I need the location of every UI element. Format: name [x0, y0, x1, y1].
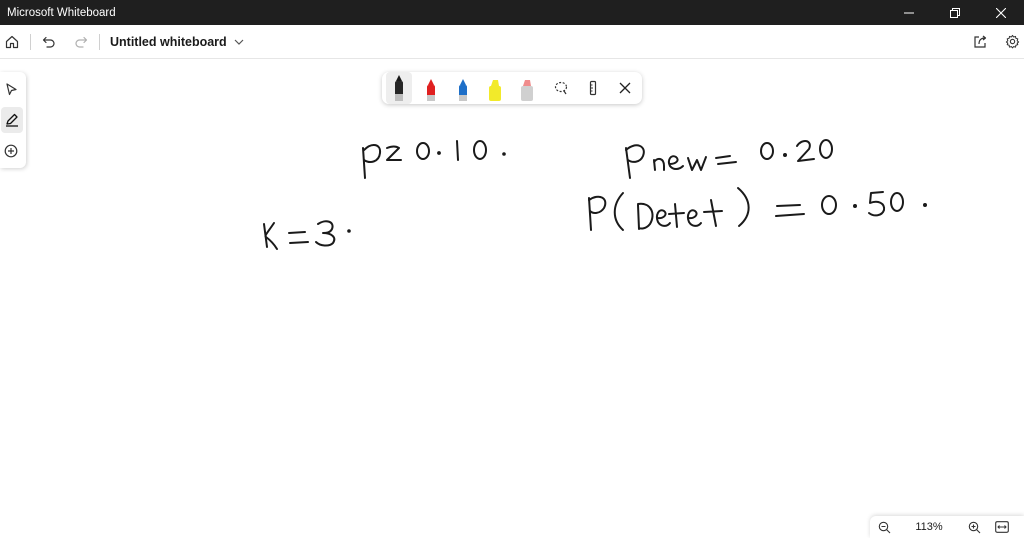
gear-icon — [1005, 34, 1019, 49]
ink-stroke — [588, 187, 927, 231]
minimize-button[interactable] — [886, 0, 932, 25]
ink-stroke — [263, 220, 351, 250]
fit-to-screen-button[interactable] — [988, 516, 1016, 538]
zoom-out-button[interactable] — [870, 516, 898, 538]
restore-icon — [950, 7, 960, 18]
undo-button[interactable] — [37, 30, 61, 54]
title-bar: Microsoft Whiteboard — [0, 0, 1024, 25]
close-icon — [996, 7, 1006, 18]
fit-width-icon — [995, 521, 1009, 533]
zoom-controls: 113% — [870, 516, 1024, 538]
toolbar-divider — [99, 33, 100, 50]
document-title[interactable]: Untitled whiteboard — [110, 35, 227, 49]
ink-stroke — [625, 139, 833, 179]
home-icon — [5, 35, 19, 48]
ink-stroke — [362, 140, 506, 179]
chevron-down-icon — [234, 39, 244, 45]
zoom-in-button[interactable] — [960, 516, 988, 538]
minimize-icon — [904, 12, 914, 13]
zoom-in-icon — [968, 521, 980, 533]
close-window-button[interactable] — [978, 0, 1024, 25]
share-button[interactable] — [968, 30, 992, 54]
restore-button[interactable] — [932, 0, 978, 25]
zoom-level[interactable]: 113% — [898, 521, 960, 533]
whiteboard-canvas[interactable] — [0, 60, 1024, 538]
window-title: Microsoft Whiteboard — [7, 6, 116, 19]
redo-button[interactable] — [69, 30, 93, 54]
zoom-out-icon — [878, 521, 890, 533]
toolbar-divider — [30, 33, 31, 50]
share-icon — [973, 35, 986, 48]
undo-icon — [42, 36, 55, 48]
home-button[interactable] — [0, 30, 24, 54]
settings-button[interactable] — [1000, 30, 1024, 54]
app-toolbar: Untitled whiteboard — [0, 25, 1024, 59]
redo-icon — [75, 36, 88, 48]
title-dropdown-button[interactable] — [227, 30, 251, 54]
handwriting-ink — [263, 139, 927, 250]
